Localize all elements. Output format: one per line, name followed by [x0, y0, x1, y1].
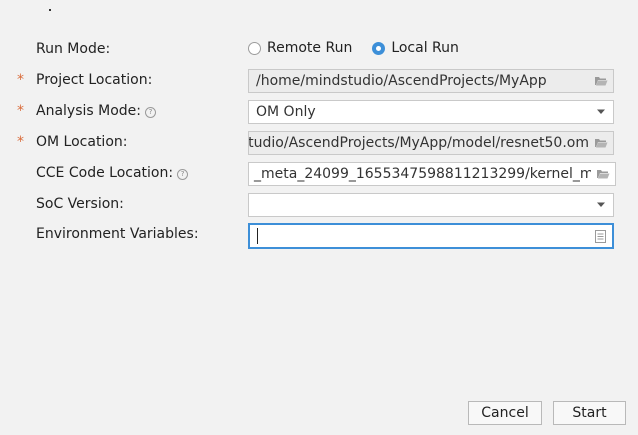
om-location-value-text: /home/mindstudio/AscendProjects/MyApp/mo…	[249, 135, 589, 151]
remote-run-label[interactable]: Remote Run	[267, 40, 352, 56]
chevron-down-icon[interactable]	[589, 194, 613, 216]
cce-code-location-label-group: CCE Code Location: ?	[36, 165, 189, 181]
analysis-mode-label-group: Analysis Mode: ?	[36, 103, 156, 119]
local-run-radio[interactable]: Local Run	[372, 40, 459, 56]
project-location-value: /home/mindstudio/AscendProjects/MyApp	[256, 73, 547, 89]
cce-code-location-row: CCE Code Location: ? _meta_24099_1655347…	[0, 162, 638, 186]
cce-code-location-value: _meta_24099_1655347598811213299/kernel_m…	[254, 166, 591, 182]
start-button[interactable]: Start	[553, 401, 626, 425]
stray-dot	[49, 9, 51, 11]
required-marker: *	[17, 103, 24, 119]
om-location-value: /home/mindstudio/AscendProjects/MyApp/mo…	[249, 135, 589, 151]
om-location-field[interactable]: /home/mindstudio/AscendProjects/MyApp/mo…	[248, 131, 614, 155]
project-location-row: * Project Location: /home/mindstudio/Asc…	[0, 69, 638, 93]
list-document-icon[interactable]	[588, 225, 612, 247]
analysis-mode-value: OM Only	[256, 104, 316, 120]
environment-variables-row: Environment Variables:	[0, 223, 638, 249]
folder-open-icon[interactable]	[589, 70, 613, 92]
soc-version-row: SoC Version:	[0, 193, 638, 217]
project-location-label: Project Location:	[36, 72, 153, 88]
local-run-label[interactable]: Local Run	[391, 40, 459, 56]
question-circle-icon[interactable]: ?	[145, 107, 156, 118]
run-mode-row: Run Mode: Remote Run Local Run	[0, 38, 638, 62]
remote-run-radio-circle[interactable]	[248, 41, 261, 55]
remote-run-radio[interactable]: Remote Run	[248, 40, 352, 56]
soc-version-select[interactable]	[248, 193, 614, 217]
analysis-mode-label: Analysis Mode:	[36, 103, 141, 119]
text-cursor	[257, 228, 258, 244]
run-mode-radio-group: Remote Run Local Run	[248, 40, 479, 56]
project-location-field[interactable]: /home/mindstudio/AscendProjects/MyApp	[248, 69, 614, 93]
environment-variables-field[interactable]	[248, 223, 614, 249]
folder-open-icon[interactable]	[591, 163, 615, 185]
required-marker: *	[17, 72, 24, 88]
soc-version-label: SoC Version:	[36, 196, 124, 212]
om-location-label: OM Location:	[36, 134, 128, 150]
cce-code-location-field[interactable]: _meta_24099_1655347598811213299/kernel_m…	[248, 162, 616, 186]
analysis-mode-select[interactable]: OM Only	[248, 100, 614, 124]
run-mode-label: Run Mode:	[36, 41, 111, 57]
required-marker: *	[17, 134, 24, 150]
local-run-radio-circle[interactable]	[372, 41, 386, 55]
environment-variables-label: Environment Variables:	[36, 226, 199, 242]
om-location-row: * OM Location: /home/mindstudio/AscendPr…	[0, 131, 638, 155]
analysis-mode-row: * Analysis Mode: ? OM Only	[0, 100, 638, 124]
chevron-down-icon[interactable]	[589, 101, 613, 123]
folder-open-icon[interactable]	[589, 132, 613, 154]
cce-code-location-label: CCE Code Location:	[36, 165, 174, 181]
cancel-button[interactable]: Cancel	[468, 401, 542, 425]
question-circle-icon[interactable]: ?	[177, 169, 189, 180]
